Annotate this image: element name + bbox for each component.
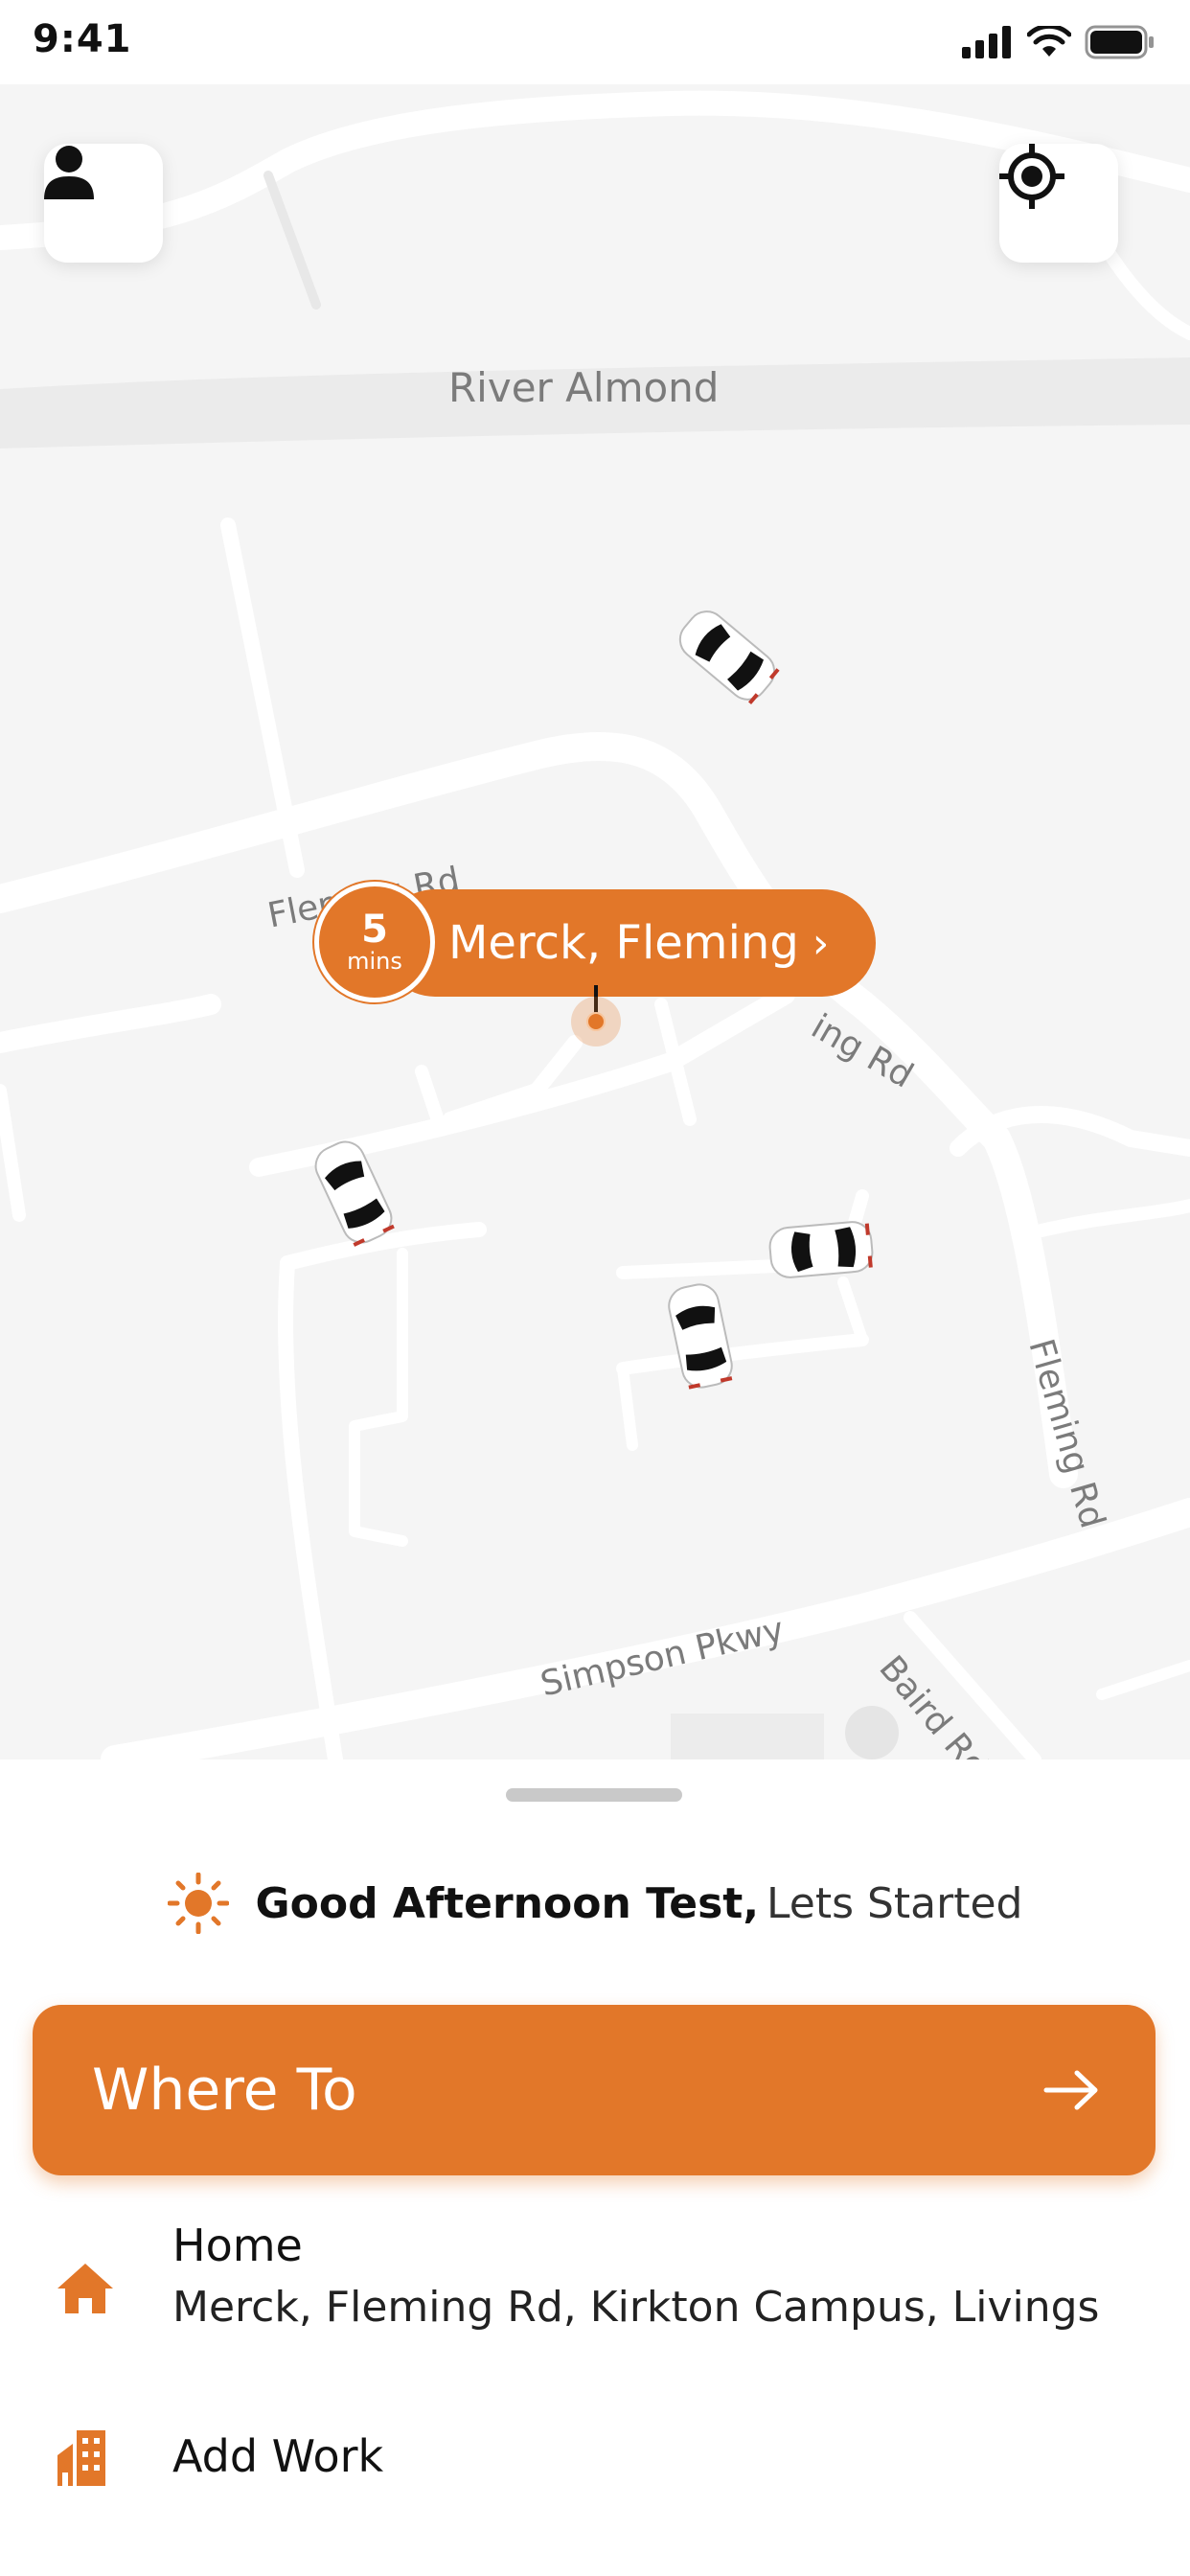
status-icons	[962, 25, 1156, 59]
user-icon	[44, 146, 94, 199]
where-to-label: Where To	[92, 2057, 357, 2124]
map-view[interactable]: River Almond Fleming Rd ing Rd Fleming R…	[0, 84, 1190, 1760]
greeting-bold: Good Afternoon Test,	[255, 1878, 760, 1928]
saved-place-address: Merck, Fleming Rd, Kirkton Campus, Livin…	[172, 2283, 1100, 2332]
saved-place-title: Home	[172, 2220, 303, 2271]
river-label: River Almond	[448, 364, 720, 411]
sheet-drag-handle[interactable]	[506, 1788, 682, 1802]
where-to-button[interactable]: Where To	[33, 2005, 1156, 2175]
car-icon	[768, 1221, 874, 1278]
saved-place-home[interactable]: Home Merck, Fleming Rd, Kirkton Campus, …	[0, 2220, 1190, 2363]
arrow-right-icon	[1043, 2070, 1098, 2110]
work-building-icon	[57, 2430, 105, 2486]
signal-icon	[962, 26, 1011, 58]
battery-icon	[1085, 25, 1154, 59]
saved-place-add-work[interactable]: Add Work	[0, 2430, 1190, 2517]
status-time: 9:41	[33, 17, 132, 61]
wifi-icon	[1027, 26, 1071, 57]
chevron-right-icon: ›	[812, 918, 830, 968]
profile-button[interactable]	[44, 144, 163, 263]
locate-me-button[interactable]	[999, 144, 1118, 263]
eta-value: 5	[361, 908, 388, 952]
eta-unit: mins	[347, 948, 402, 975]
bottom-sheet: Good Afternoon Test, Lets Started Where …	[0, 1760, 1190, 2576]
saved-place-title: Add Work	[172, 2430, 384, 2482]
pickup-pin-icon	[571, 997, 621, 1046]
crosshair-icon	[999, 144, 1064, 209]
sun-icon	[167, 1873, 229, 1934]
home-icon	[57, 2264, 113, 2313]
eta-badge: 5 mins	[314, 882, 435, 1002]
app-screen: 9:41 River Almond Rd ing Rd Fleming Rd S…	[0, 0, 1190, 2576]
greeting: Good Afternoon Test, Lets Started	[0, 1873, 1190, 1934]
status-bar: 9:41	[0, 0, 1190, 84]
pickup-location-label: Merck, Fleming	[448, 916, 799, 970]
greeting-rest: Lets Started	[767, 1878, 1023, 1928]
pickup-location-pill[interactable]: Merck, Fleming ›	[381, 889, 876, 997]
